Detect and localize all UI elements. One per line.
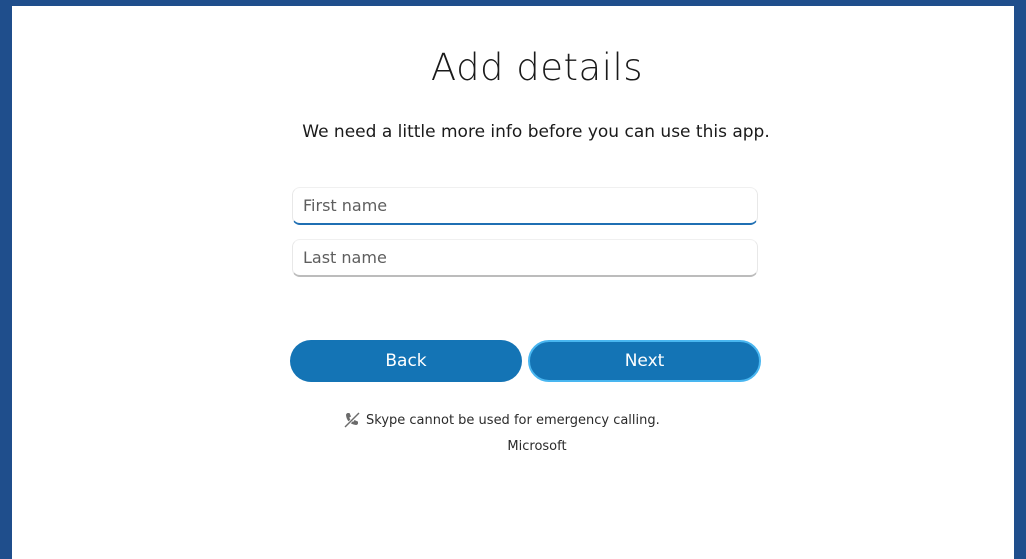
back-button[interactable]: Back [290,340,522,382]
no-phone-icon [342,410,362,430]
page-title: Add details [430,46,644,89]
emergency-notice-text: Skype cannot be used for emergency calli… [366,412,660,428]
window-frame-left [0,0,12,559]
microsoft-brand: Microsoft [507,439,567,454]
last-name-field [292,239,758,277]
first-name-input[interactable] [293,188,757,223]
next-button[interactable]: Next [528,340,761,382]
page-subtitle: We need a little more info before you ca… [302,122,770,142]
last-name-input[interactable] [293,240,757,275]
add-details-page: Add details We need a little more info b… [12,6,1014,559]
emergency-notice: Skype cannot be used for emergency calli… [342,410,660,430]
first-name-field [292,187,758,225]
